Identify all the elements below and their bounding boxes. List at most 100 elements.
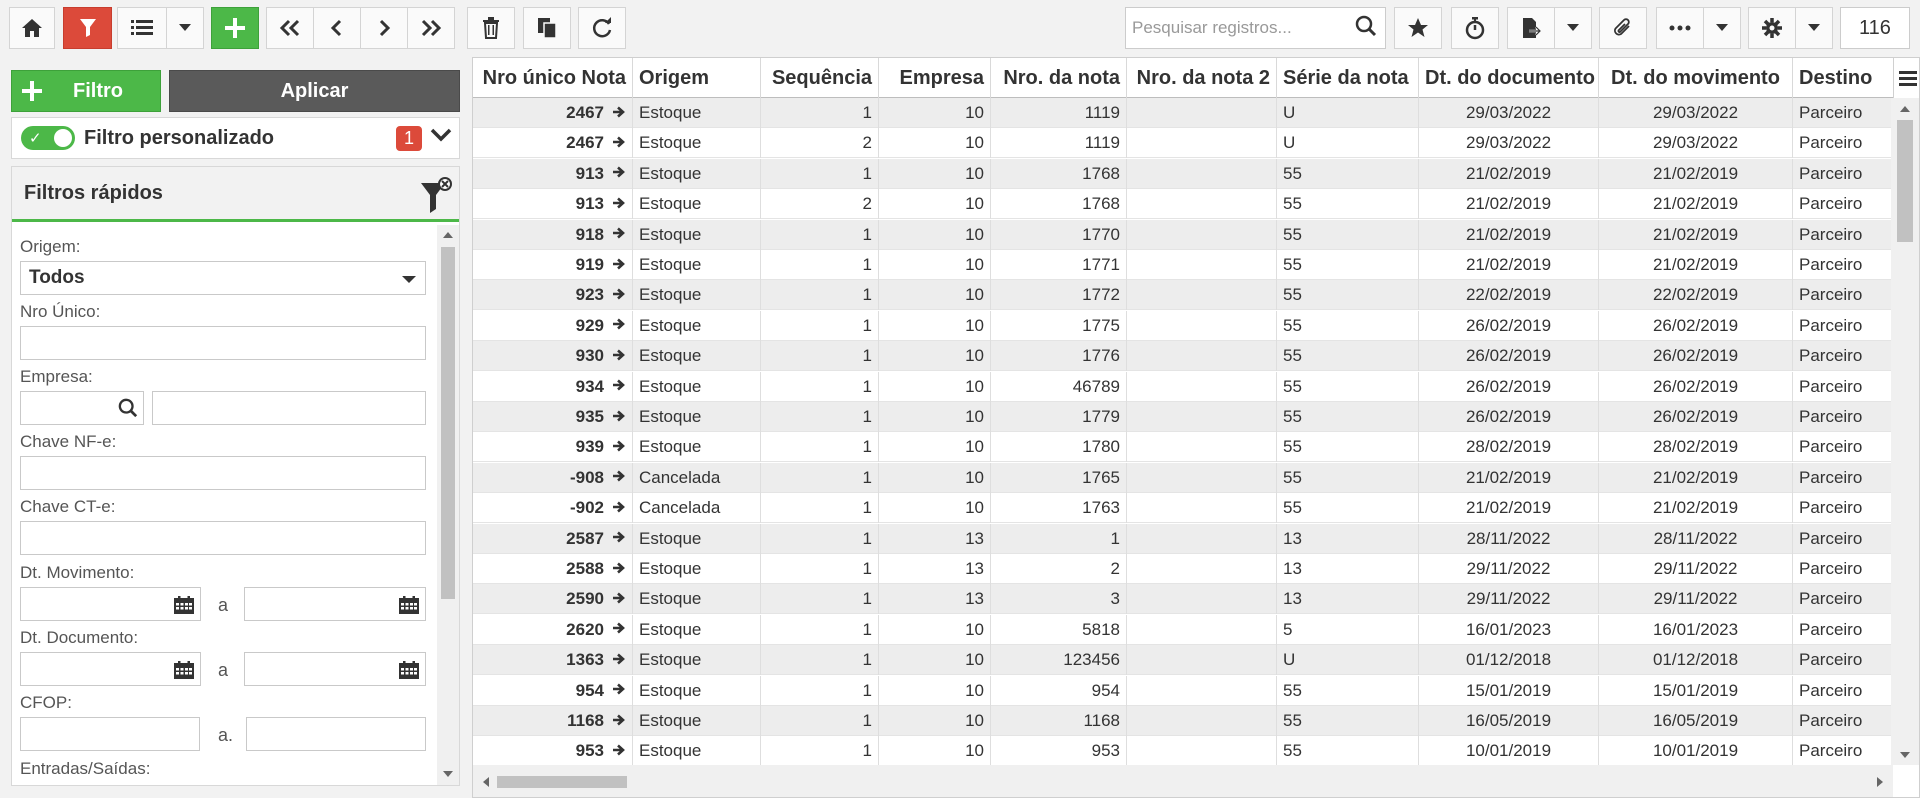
dt-movimento-end-input[interactable] [244, 587, 426, 621]
add-record-button[interactable] [211, 7, 259, 49]
last-record-button[interactable] [407, 7, 455, 49]
export-dropdown[interactable] [1554, 7, 1592, 49]
column-header[interactable]: Destino [1793, 58, 1893, 98]
column-header[interactable]: Origem [633, 58, 761, 98]
origem-select[interactable]: Todos [20, 261, 426, 295]
table-row[interactable]: 2587 Estoque 1 13 1 13 28/11/2022 28/11/2022 Par… [473, 523, 1893, 554]
scrollbar-thumb[interactable] [497, 776, 627, 788]
calendar-button[interactable] [174, 596, 194, 619]
settings-button[interactable] [1748, 7, 1796, 49]
open-record-arrow-icon[interactable] [612, 676, 626, 705]
calendar-button[interactable] [174, 661, 194, 684]
filters-scrollbar[interactable] [437, 225, 459, 785]
open-record-arrow-icon[interactable] [612, 159, 626, 188]
scroll-down-icon[interactable] [443, 771, 453, 777]
favorite-button[interactable] [1394, 7, 1442, 49]
duplicate-button[interactable] [523, 7, 571, 49]
home-button[interactable] [9, 7, 55, 49]
cfop-end-input[interactable] [246, 717, 426, 751]
table-row[interactable]: 954 Estoque 1 10 954 55 15/01/2019 15/01/2019 Pa… [473, 675, 1893, 706]
column-header[interactable]: Dt. do movimento [1599, 58, 1793, 98]
search-input[interactable] [1126, 8, 1355, 48]
filter-button[interactable]: Filtro [11, 70, 161, 112]
open-record-arrow-icon[interactable] [612, 403, 626, 432]
dt-movimento-start-input[interactable] [20, 587, 201, 621]
column-header[interactable]: Nro único Nota [473, 58, 633, 98]
column-header[interactable]: Nro. da nota 2 [1127, 58, 1277, 98]
open-record-arrow-icon[interactable] [612, 737, 626, 765]
delete-button[interactable] [467, 7, 515, 49]
open-record-arrow-icon[interactable] [612, 311, 626, 340]
open-record-arrow-icon[interactable] [612, 615, 626, 644]
scroll-up-icon[interactable] [443, 232, 453, 238]
table-row[interactable]: 2590 Estoque 1 13 3 13 29/11/2022 29/11/2022 Par… [473, 584, 1893, 615]
column-header[interactable]: Dt. do documento [1419, 58, 1599, 98]
chave-cte-input[interactable] [20, 521, 426, 555]
table-row[interactable]: 2620 Estoque 1 10 5818 5 16/01/2023 16/01/2023 P… [473, 614, 1893, 645]
empresa-name-input[interactable] [152, 391, 426, 425]
scroll-down-icon[interactable] [1900, 752, 1910, 758]
first-record-button[interactable] [266, 7, 314, 49]
more-actions-button[interactable] [1656, 7, 1704, 49]
table-row[interactable]: 913 Estoque 2 10 1768 55 21/02/2019 21/02/2019 P… [473, 189, 1893, 220]
refresh-button[interactable] [578, 7, 626, 49]
attachments-button[interactable] [1599, 7, 1647, 49]
table-row[interactable]: -908 Cancelada 1 10 1765 55 21/02/2019 21/02/20… [473, 462, 1893, 493]
table-row[interactable]: 929 Estoque 1 10 1775 55 26/02/2019 26/02/2019 P… [473, 310, 1893, 341]
open-record-arrow-icon[interactable] [612, 707, 626, 736]
open-record-arrow-icon[interactable] [612, 494, 626, 523]
search-button[interactable] [1355, 15, 1377, 42]
open-record-arrow-icon[interactable] [612, 99, 626, 128]
next-record-button[interactable] [360, 7, 408, 49]
table-row[interactable]: 1168 Estoque 1 10 1168 55 16/05/2019 16/05/2019… [473, 706, 1893, 736]
open-record-arrow-icon[interactable] [612, 251, 626, 280]
open-record-arrow-icon[interactable] [612, 463, 626, 492]
apply-button[interactable]: Aplicar [169, 70, 460, 112]
clear-filters-button[interactable] [419, 175, 453, 220]
more-actions-dropdown[interactable] [1703, 7, 1741, 49]
open-record-arrow-icon[interactable] [612, 433, 626, 462]
filter-toggle-button[interactable] [63, 7, 112, 49]
table-row[interactable]: 2467 Estoque 2 10 1119 U 29/03/2022 29/03/2022 P… [473, 128, 1893, 159]
column-menu-button[interactable] [1893, 58, 1919, 98]
calendar-button[interactable] [399, 661, 419, 684]
table-row[interactable]: 1363 Estoque 1 10 123456 U 01/12/2018 01/12/201… [473, 645, 1893, 676]
dt-documento-end-input[interactable] [244, 652, 426, 686]
custom-filter-expand[interactable] [430, 128, 452, 147]
column-header[interactable]: Nro. da nota [991, 58, 1127, 98]
scrollbar-thumb[interactable] [1897, 120, 1913, 242]
grid-vertical-scrollbar[interactable] [1891, 98, 1919, 765]
settings-dropdown[interactable] [1795, 7, 1833, 49]
list-view-button[interactable] [117, 7, 167, 49]
open-record-arrow-icon[interactable] [612, 524, 626, 553]
nro-unico-input[interactable] [20, 326, 426, 360]
table-row[interactable]: 934 Estoque 1 10 46789 55 26/02/2019 26/02/2019… [473, 371, 1893, 402]
table-row[interactable]: 2588 Estoque 1 13 2 13 29/11/2022 29/11/2022 Par… [473, 554, 1893, 584]
open-record-arrow-icon[interactable] [612, 555, 626, 584]
open-record-arrow-icon[interactable] [612, 281, 626, 310]
table-row[interactable]: 918 Estoque 1 10 1770 55 21/02/2019 21/02/2019 P… [473, 219, 1893, 250]
custom-filter-toggle[interactable]: ✓ [21, 126, 75, 150]
scrollbar-thumb[interactable] [441, 247, 455, 599]
table-row[interactable]: -902 Cancelada 1 10 1763 55 21/02/2019 21/02/20… [473, 493, 1893, 524]
scroll-left-icon[interactable] [483, 777, 489, 787]
timer-button[interactable] [1451, 7, 1499, 49]
open-record-arrow-icon[interactable] [612, 585, 626, 614]
table-row[interactable]: 919 Estoque 1 10 1771 55 21/02/2019 21/02/2019 P… [473, 250, 1893, 280]
chave-nfe-input[interactable] [20, 456, 426, 490]
open-record-arrow-icon[interactable] [612, 372, 626, 401]
table-row[interactable]: 913 Estoque 1 10 1768 55 21/02/2019 21/02/2019 P… [473, 158, 1893, 189]
table-row[interactable]: 953 Estoque 1 10 953 55 10/01/2019 10/01/2019 Pa… [473, 736, 1893, 765]
previous-record-button[interactable] [313, 7, 361, 49]
open-record-arrow-icon[interactable] [612, 220, 626, 249]
table-row[interactable]: 935 Estoque 1 10 1779 55 26/02/2019 26/02/2019 P… [473, 402, 1893, 432]
open-record-arrow-icon[interactable] [612, 342, 626, 371]
scroll-right-icon[interactable] [1877, 777, 1883, 787]
table-row[interactable]: 930 Estoque 1 10 1776 55 26/02/2019 26/02/2019 P… [473, 341, 1893, 372]
table-row[interactable]: 2467 Estoque 1 10 1119 U 29/03/2022 29/03/2022 P… [473, 98, 1893, 128]
dt-documento-start-input[interactable] [20, 652, 201, 686]
open-record-arrow-icon[interactable] [612, 190, 626, 219]
empresa-code-input[interactable] [20, 391, 144, 425]
cfop-start-input[interactable] [20, 717, 200, 751]
open-record-arrow-icon[interactable] [612, 129, 626, 158]
